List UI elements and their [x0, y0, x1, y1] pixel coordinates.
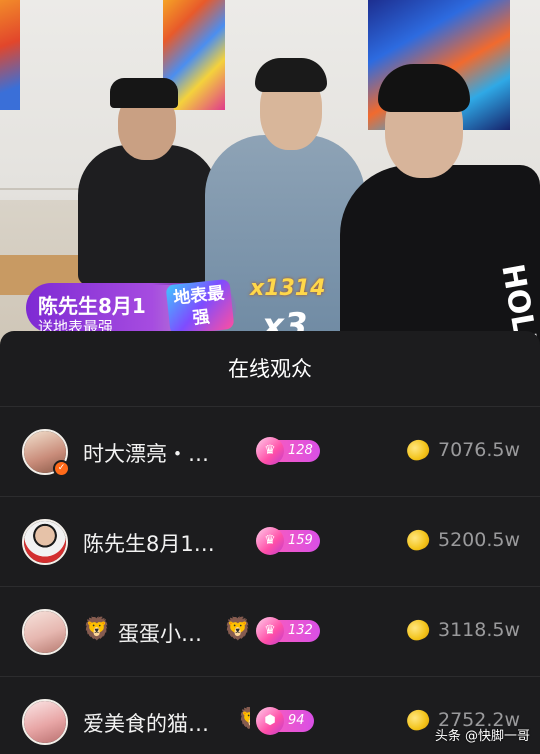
level-number: 94: [288, 713, 305, 728]
partial-emoji-icon: 🦁: [238, 707, 250, 732]
host-center-hair: [255, 58, 327, 92]
viewer-row[interactable]: 陈先生8月1… ♛ 159 5200.5w: [0, 497, 540, 587]
contribution-amount: 5200.5w: [438, 529, 521, 551]
gift-sender-name: 陈先生8月1: [38, 294, 146, 318]
lion-icon: 🦁: [83, 617, 111, 642]
level-badge: ♛ 159: [256, 527, 320, 555]
crown-icon: ♛: [256, 527, 284, 555]
viewer-row[interactable]: ✓ 时大漂亮・… ♛ 128 7076.5w: [0, 407, 540, 497]
crown-icon: ⬢: [256, 707, 284, 735]
level-number: 159: [288, 533, 313, 548]
level-badge: ♛ 132: [256, 617, 320, 645]
avatar[interactable]: [22, 699, 68, 745]
contribution-amount: 3118.5w: [438, 619, 521, 641]
watermark: 头条 @快脚一哥: [434, 729, 530, 744]
viewer-name: 时大漂亮・…: [83, 442, 209, 466]
avatar[interactable]: [22, 519, 68, 565]
host-right-hair: [378, 64, 470, 112]
level-badge: ♛ 128: [256, 437, 320, 465]
avatar[interactable]: [22, 609, 68, 655]
coin-icon: [404, 526, 432, 554]
viewer-name: 爱美食的猫…: [83, 712, 209, 736]
host-left-hat: [110, 78, 178, 108]
level-number: 128: [288, 443, 313, 458]
crown-icon: ♛: [256, 437, 284, 465]
artwork-left: [0, 0, 20, 110]
verified-badge-icon: ✓: [53, 460, 70, 477]
coin-icon: [404, 616, 432, 644]
gift-count: x1314: [250, 276, 326, 301]
coin-icon: [404, 706, 432, 734]
crown-icon: ♛: [256, 617, 284, 645]
live-video[interactable]: HOLLO 陈先生8月1 送地表最强 地表最强 x1314 x3: [0, 0, 540, 345]
sheet-title: 在线观众: [0, 331, 540, 407]
coin-icon: [404, 436, 432, 464]
viewer-name: 蛋蛋小…: [118, 622, 202, 646]
level-badge: ⬢ 94: [256, 707, 314, 735]
viewer-row[interactable]: 🦁 蛋蛋小… 🦁 ♛ 132 3118.5w: [0, 587, 540, 677]
lion-icon: 🦁: [224, 617, 252, 642]
gift-icon: 地表最强: [165, 278, 235, 336]
host-left-body: [78, 145, 218, 285]
level-number: 132: [288, 623, 313, 638]
audience-sheet: 在线观众 ✓ 时大漂亮・… ♛ 128 7076.5w 陈先生8月1… ♛ 15…: [0, 331, 540, 754]
contribution-amount: 7076.5w: [438, 439, 521, 461]
viewer-name: 陈先生8月1…: [83, 532, 215, 556]
